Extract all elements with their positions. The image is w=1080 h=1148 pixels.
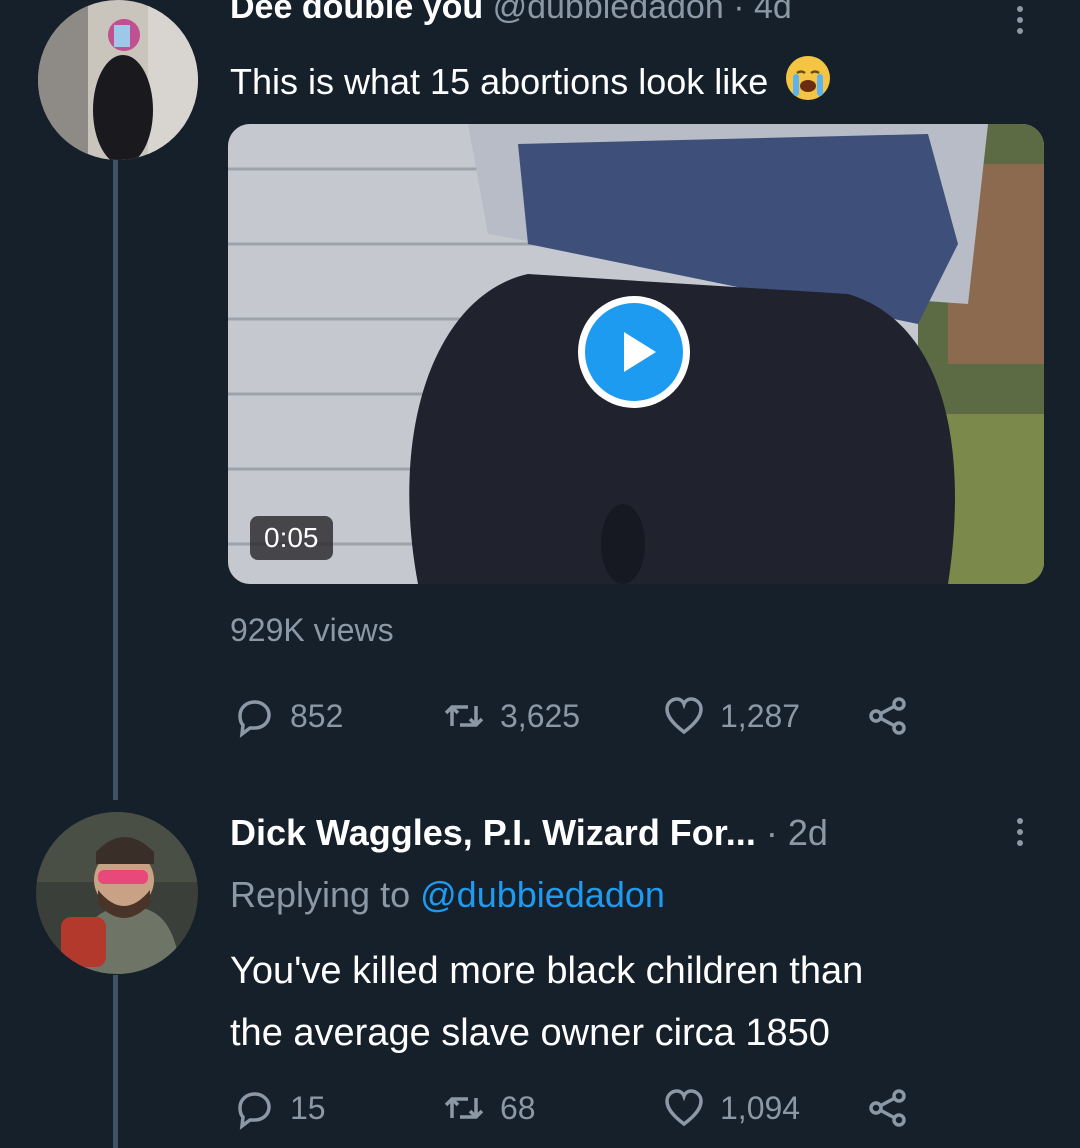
view-count: 929K views: [230, 612, 394, 648]
reply-text-line-1: You've killed more black children than: [230, 950, 864, 992]
avatar-photo-1: [38, 0, 198, 160]
timestamp[interactable]: · 4d: [733, 0, 792, 26]
like-button[interactable]: 1,287: [662, 694, 800, 738]
reply-header: Dick Waggles, P.I. Wizard For... · 2d: [230, 812, 828, 854]
reply-text-line-2: the average slave owner circa 1850: [230, 1012, 830, 1054]
retweet-icon: [444, 1097, 484, 1119]
share-button[interactable]: [866, 694, 910, 738]
retweet-count: 68: [500, 1089, 536, 1126]
reply-count: 15: [290, 1089, 326, 1126]
handle[interactable]: @dubbiedadon: [493, 0, 724, 26]
like-count: 1,287: [720, 697, 801, 734]
retweet-button[interactable]: 68: [442, 1086, 536, 1130]
reply-text: You've killed more black children than t…: [230, 940, 863, 1064]
video-duration: 0:05: [264, 522, 319, 553]
display-name[interactable]: Dick Waggles, P.I. Wizard For...: [230, 812, 756, 853]
reply-icon: [238, 700, 271, 738]
play-icon: [624, 332, 656, 372]
more-options-icon[interactable]: [1016, 6, 1024, 39]
heart-icon: [665, 697, 703, 735]
tweet-text: This is what 15 abortions look like: [230, 56, 831, 103]
timestamp[interactable]: · 2d: [766, 812, 828, 853]
share-icon: [869, 697, 906, 735]
like-button[interactable]: 1,094: [662, 1086, 800, 1130]
share-button[interactable]: [866, 1086, 910, 1130]
heart-icon: [665, 1089, 703, 1127]
tweet-text-content: This is what 15 abortions look like: [230, 61, 769, 102]
video-player[interactable]: 0:05: [228, 124, 1044, 584]
reply-icon: [238, 1092, 271, 1130]
replying-to-handle[interactable]: @dubbiedadon: [420, 874, 665, 915]
replying-to-prefix: Replying to: [230, 874, 411, 915]
video-duration-badge: 0:05: [250, 516, 333, 560]
reply-button[interactable]: 15: [232, 1086, 326, 1130]
tweet-header: Dee double you @dubbiedadon · 4d: [230, 0, 792, 27]
thread-line-bottom: [113, 975, 118, 1148]
display-name[interactable]: Dee double you: [230, 0, 483, 26]
retweet-icon: [444, 705, 484, 727]
retweet-count: 3,625: [500, 697, 581, 734]
like-count: 1,094: [720, 1089, 801, 1126]
avatar[interactable]: [36, 812, 198, 974]
avatar[interactable]: [38, 0, 198, 160]
avatar-photo-2: [36, 812, 198, 974]
reply-button[interactable]: 852: [232, 694, 343, 738]
more-options-icon[interactable]: [1016, 818, 1024, 851]
replying-to: Replying to @dubbiedadon: [230, 874, 665, 916]
thread-line-top: [113, 160, 118, 800]
play-button[interactable]: [578, 296, 690, 408]
retweet-button[interactable]: 3,625: [442, 694, 580, 738]
reply-count: 852: [290, 697, 344, 734]
share-icon: [869, 1089, 906, 1127]
loudly-crying-face-icon: [786, 56, 831, 100]
